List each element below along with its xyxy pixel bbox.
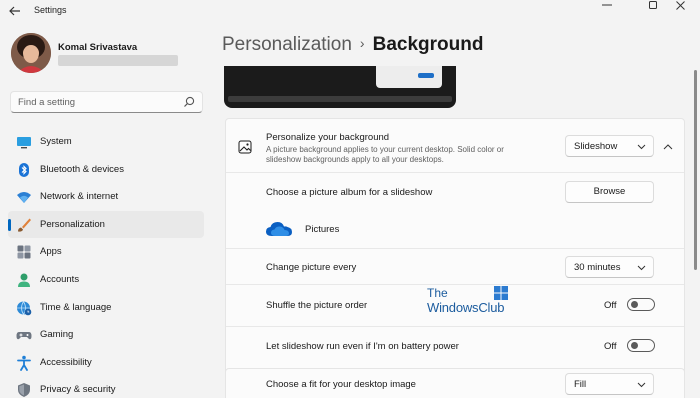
monitor-icon bbox=[17, 137, 31, 149]
sidebar-item-bluetooth[interactable]: Bluetooth & devices bbox=[8, 156, 204, 184]
battery-toggle[interactable] bbox=[627, 339, 655, 352]
back-button[interactable] bbox=[6, 3, 24, 19]
wifi-icon bbox=[17, 192, 31, 204]
bluetooth-icon bbox=[19, 162, 29, 177]
sidebar-item-label: Network & internet bbox=[40, 191, 119, 203]
shuffle-toggle[interactable] bbox=[627, 298, 655, 311]
sidebar-item-gaming[interactable]: Gaming bbox=[8, 321, 204, 349]
apps-icon bbox=[17, 245, 31, 259]
accessibility-icon bbox=[17, 355, 31, 371]
close-icon bbox=[675, 1, 685, 10]
search-icon[interactable] bbox=[183, 96, 195, 108]
sidebar-item-time-language[interactable]: Time & language bbox=[8, 294, 204, 322]
sidebar-item-label: System bbox=[40, 136, 72, 147]
sidebar-item-apps[interactable]: Apps bbox=[8, 238, 204, 266]
sidebar-item-label: Personalization bbox=[40, 218, 105, 230]
battery-state: Off bbox=[604, 341, 617, 352]
breadcrumb-parent[interactable]: Personalization bbox=[222, 34, 352, 55]
toggle-knob bbox=[631, 301, 638, 308]
fit-card: Choose a fit for your desktop image Fill bbox=[225, 368, 685, 398]
watermark-line2: WindowsClub bbox=[427, 300, 505, 315]
back-arrow-icon bbox=[9, 6, 20, 16]
shuffle-label: Shuffle the picture order bbox=[266, 300, 368, 311]
avatar[interactable] bbox=[11, 33, 51, 73]
shuffle-state: Off bbox=[604, 300, 617, 311]
sidebar-item-network[interactable]: Network & internet bbox=[8, 183, 204, 211]
sidebar-item-accessibility[interactable]: Accessibility bbox=[8, 349, 204, 377]
album-name: Pictures bbox=[305, 224, 340, 235]
sidebar-nav: System Bluetooth & devices Network & int… bbox=[8, 128, 204, 398]
close-button[interactable] bbox=[660, 0, 700, 22]
breadcrumb-separator: › bbox=[359, 35, 365, 51]
album-row: Choose a picture album for a slideshow B… bbox=[226, 173, 684, 249]
profile-name: Komal Srivastava bbox=[58, 42, 138, 53]
search-input[interactable] bbox=[18, 95, 178, 109]
profile-email-redacted bbox=[58, 55, 178, 66]
watermark: The WindowsClub bbox=[427, 286, 517, 316]
album-label: Choose a picture album for a slideshow bbox=[266, 187, 433, 198]
change-picture-label: Change picture every bbox=[266, 262, 357, 273]
change-interval-value: 30 minutes bbox=[574, 262, 621, 273]
battery-row: Let slideshow run even if I'm on battery… bbox=[226, 327, 684, 365]
page-title: Background bbox=[372, 34, 484, 55]
change-picture-row: Change picture every 30 minutes bbox=[226, 249, 684, 285]
sidebar-item-accounts[interactable]: Accounts bbox=[8, 266, 204, 294]
onedrive-cloud-icon bbox=[266, 222, 292, 236]
chevron-down-icon bbox=[637, 382, 646, 388]
sidebar-item-label: Accessibility bbox=[40, 356, 92, 368]
user-photo bbox=[11, 33, 51, 73]
sidebar-item-label: Apps bbox=[40, 246, 62, 258]
fit-value: Fill bbox=[574, 379, 587, 390]
chevron-up-icon[interactable] bbox=[663, 143, 673, 151]
maximize-icon bbox=[649, 1, 657, 9]
picture-icon bbox=[238, 140, 252, 154]
sidebar-item-label: Time & language bbox=[40, 301, 112, 313]
background-type-dropdown[interactable]: Slideshow bbox=[565, 135, 654, 157]
sidebar-item-label: Accounts bbox=[40, 273, 80, 285]
fit-label: Choose a fit for your desktop image bbox=[266, 379, 416, 390]
app-title: Settings bbox=[34, 5, 67, 15]
minimize-button[interactable] bbox=[584, 0, 630, 22]
chevron-down-icon bbox=[637, 265, 646, 271]
person-icon bbox=[18, 273, 30, 287]
fit-dropdown[interactable]: Fill bbox=[565, 373, 654, 395]
background-description: A picture background applies to your cur… bbox=[266, 145, 504, 164]
background-type-value: Slideshow bbox=[574, 141, 618, 152]
battery-label: Let slideshow run even if I'm on battery… bbox=[266, 341, 459, 352]
scrollbar[interactable] bbox=[694, 70, 697, 270]
preview-accent-bar bbox=[418, 73, 434, 78]
brush-icon bbox=[18, 218, 31, 232]
shield-icon bbox=[18, 383, 30, 398]
background-type-row: Personalize your background A picture ba… bbox=[226, 119, 684, 173]
desktop-preview bbox=[224, 66, 456, 108]
title-bar: Settings bbox=[0, 0, 700, 22]
sidebar-item-label: Bluetooth & devices bbox=[40, 163, 124, 175]
personalize-background-card: Personalize your background A picture ba… bbox=[225, 118, 685, 398]
search-box[interactable] bbox=[10, 91, 203, 113]
sidebar-item-personalization[interactable]: Personalization bbox=[8, 210, 204, 239]
watermark-line1: The bbox=[427, 286, 448, 300]
sidebar-item-privacy-security[interactable]: Privacy & security bbox=[8, 376, 204, 398]
preview-taskbar bbox=[228, 96, 452, 102]
windows-logo-icon bbox=[494, 286, 508, 300]
sidebar-item-label: Privacy & security bbox=[40, 384, 116, 396]
gamepad-icon bbox=[16, 332, 32, 340]
toggle-knob bbox=[631, 342, 638, 349]
breadcrumb: Personalization › Background bbox=[222, 34, 483, 56]
change-interval-dropdown[interactable]: 30 minutes bbox=[565, 256, 654, 278]
sidebar-item-system[interactable]: System bbox=[8, 128, 204, 156]
globe-clock-icon bbox=[17, 300, 32, 315]
browse-button[interactable]: Browse bbox=[565, 181, 654, 203]
background-title: Personalize your background bbox=[266, 132, 390, 143]
minimize-icon bbox=[602, 4, 612, 6]
chevron-down-icon bbox=[637, 144, 646, 150]
sidebar-item-label: Gaming bbox=[40, 329, 74, 341]
